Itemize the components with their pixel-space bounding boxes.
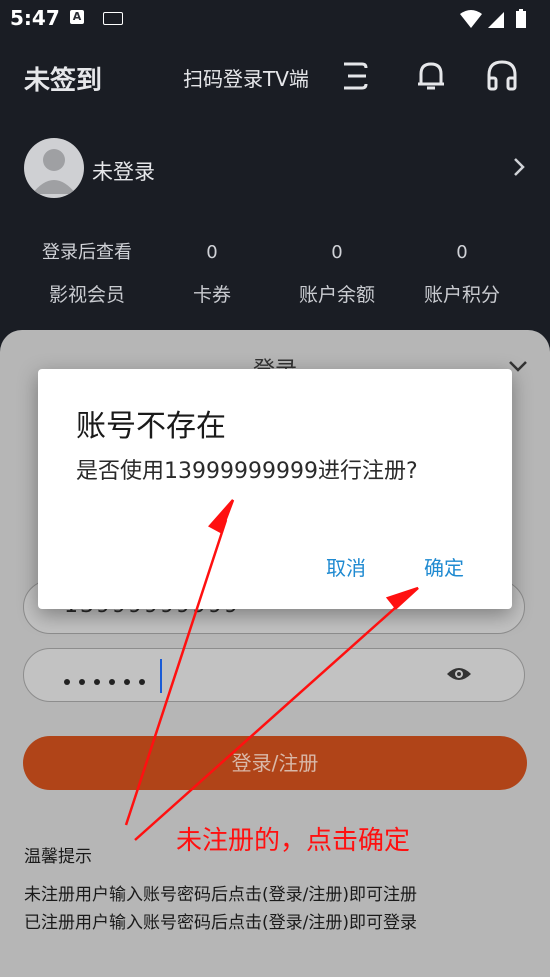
annotation-text: 未注册的，点击确定 (176, 826, 411, 856)
arrow-to-message (124, 519, 228, 826)
arrow-to-confirm (134, 599, 405, 841)
arrow-head-message (208, 499, 235, 534)
screen: 5:47 A 未签到 扫码登录TV端 未登录 登录后查看 影视会员 0 卡券 0… (0, 0, 550, 977)
arrow-head-confirm (385, 586, 419, 610)
